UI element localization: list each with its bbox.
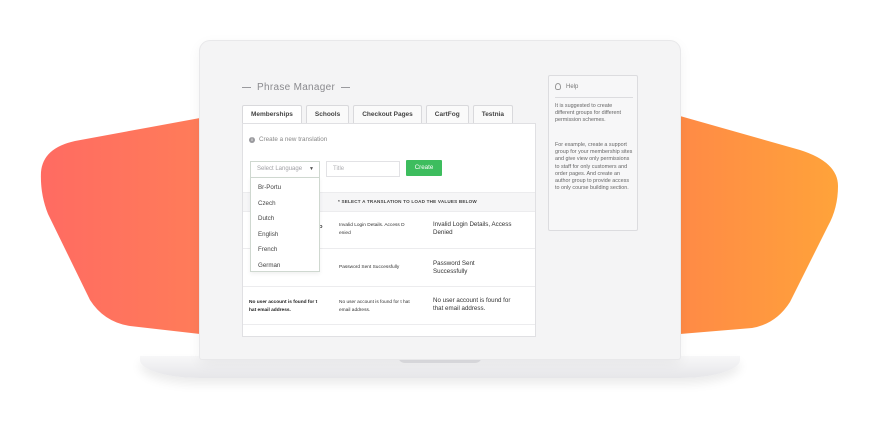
title-dash-left bbox=[242, 87, 251, 88]
tab-checkout-pages[interactable]: Checkout Pages bbox=[353, 105, 422, 123]
tab-bar: Memberships Schools Checkout Pages CartF… bbox=[242, 105, 513, 124]
row-default-value[interactable]: Invalid Login Details. Access D enied bbox=[339, 222, 413, 237]
left-accent-shape bbox=[40, 118, 201, 334]
right-accent-shape bbox=[680, 116, 838, 334]
dropdown-option-german[interactable]: German bbox=[251, 258, 319, 274]
language-select-placeholder: Select Language bbox=[257, 166, 303, 172]
row-translation-value[interactable]: No user account is found for that email … bbox=[433, 297, 519, 313]
tab-cartfog[interactable]: CartFog bbox=[425, 105, 469, 123]
title-input[interactable]: Title bbox=[326, 161, 400, 177]
dropdown-option-english[interactable]: English bbox=[251, 227, 319, 243]
help-paragraph-1: It is suggested to create different grou… bbox=[555, 103, 622, 124]
help-divider bbox=[555, 97, 633, 98]
help-header: Help bbox=[555, 83, 578, 90]
help-title: Help bbox=[566, 83, 579, 90]
row-key: No user account is found for t hat email… bbox=[249, 300, 318, 313]
laptop-screen: Phrase Manager Memberships Schools Check… bbox=[200, 41, 680, 359]
create-translation-label: Create a new translation bbox=[259, 136, 328, 143]
info-icon: i bbox=[249, 136, 255, 143]
title-input-placeholder: Title bbox=[333, 166, 345, 172]
row-default-value[interactable]: No user account is found for t hat email… bbox=[339, 299, 415, 314]
create-translation-link[interactable]: i Create a new translation bbox=[249, 136, 327, 143]
select-translation-note: * SELECT A TRANSLATION TO LOAD THE VALUE… bbox=[338, 199, 477, 204]
dropdown-option-dutch[interactable]: Dutch bbox=[251, 211, 319, 227]
tab-memberships[interactable]: Memberships bbox=[242, 105, 302, 124]
row-translation-value[interactable]: Password Sent Successfully bbox=[433, 260, 503, 276]
table-row: No user account is found for t hat email… bbox=[243, 288, 535, 325]
help-panel: Help It is suggested to create different… bbox=[548, 75, 638, 231]
dropdown-option-french[interactable]: French bbox=[251, 242, 319, 258]
lightbulb-icon bbox=[555, 83, 561, 90]
language-select[interactable]: Select Language ▼ bbox=[250, 161, 320, 178]
title-dash-right bbox=[341, 87, 351, 88]
row-default-value[interactable]: Password Sent Successfully bbox=[339, 264, 419, 272]
dropdown-option-br-portu[interactable]: Br-Portu bbox=[251, 180, 319, 196]
create-button[interactable]: Create bbox=[406, 160, 442, 176]
page-title-text: Phrase Manager bbox=[257, 82, 336, 93]
page-title: Phrase Manager bbox=[242, 82, 351, 93]
tab-testnia[interactable]: Testnia bbox=[472, 105, 513, 123]
help-paragraph-2: For example, create a support group for … bbox=[555, 142, 633, 192]
language-dropdown: Br-Portu Czech Dutch English French Germ… bbox=[250, 177, 320, 272]
translation-panel: i Create a new translation Select Langua… bbox=[242, 123, 536, 337]
tab-schools[interactable]: Schools bbox=[305, 105, 350, 123]
row-translation-value[interactable]: Invalid Login Details, Access Denied bbox=[433, 221, 519, 237]
dropdown-option-czech[interactable]: Czech bbox=[251, 196, 319, 212]
caret-down-icon: ▼ bbox=[309, 166, 314, 172]
